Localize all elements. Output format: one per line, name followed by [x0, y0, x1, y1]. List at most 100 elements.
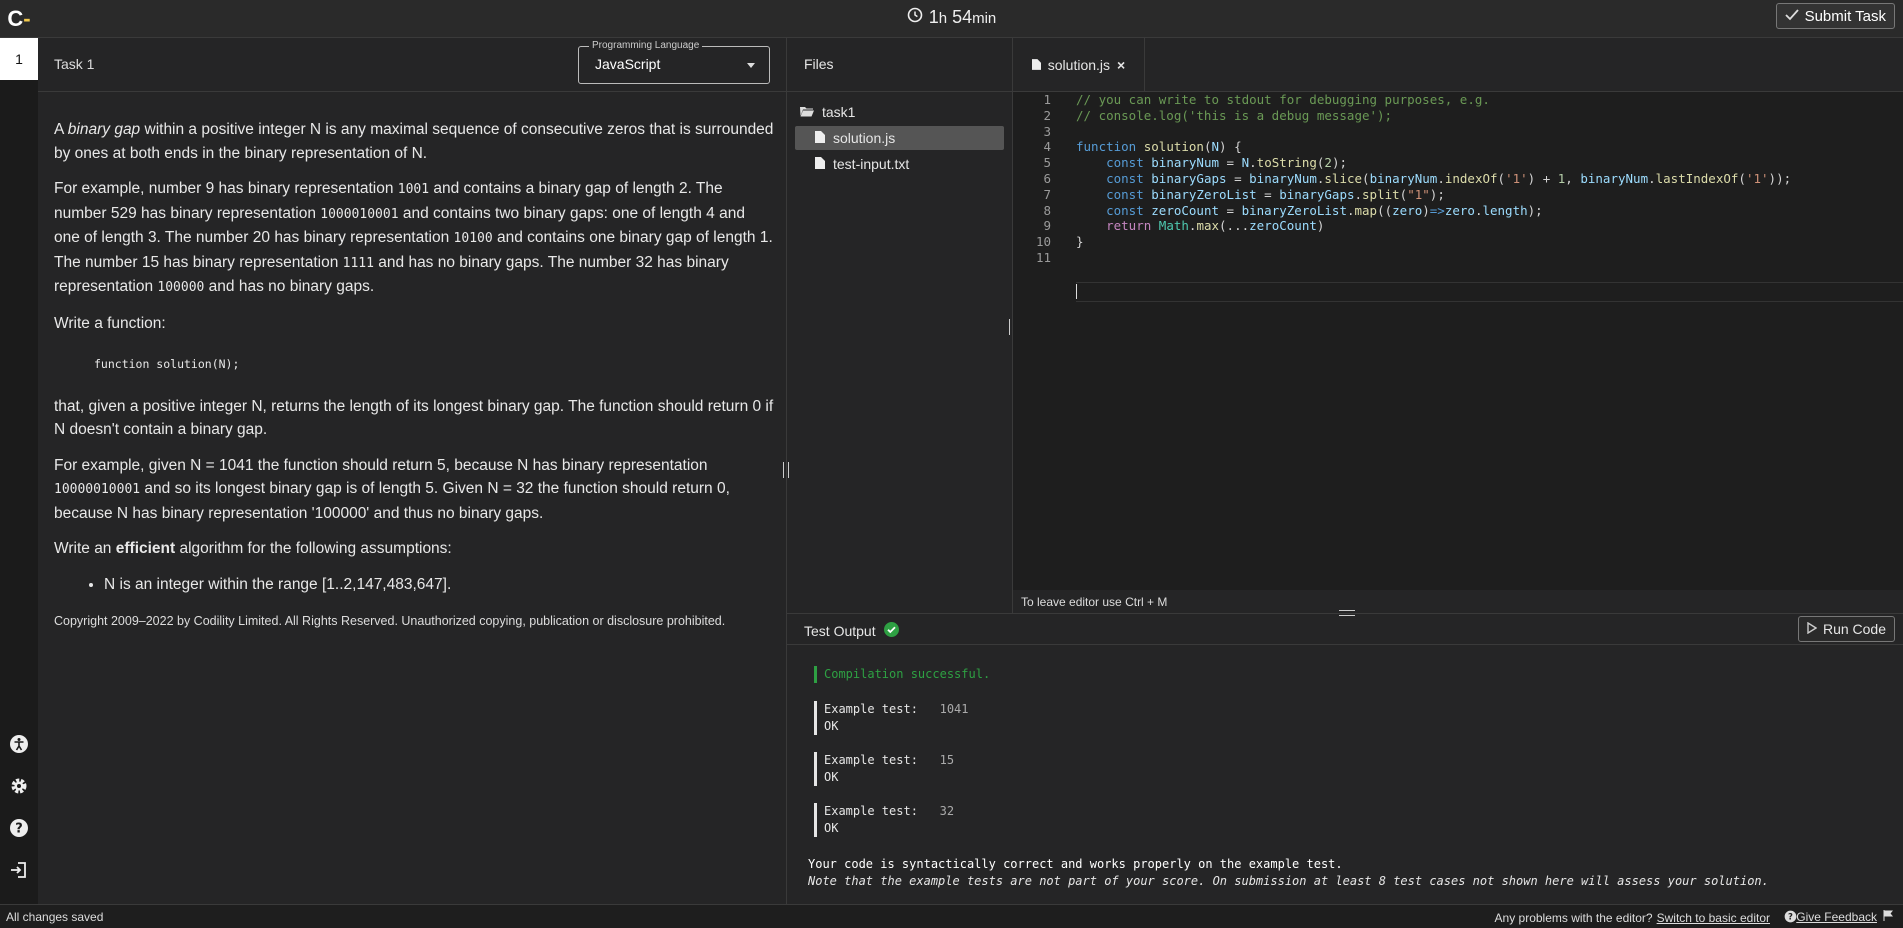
- accessibility-icon[interactable]: [5, 730, 33, 758]
- files-title: Files: [804, 56, 834, 72]
- file-item-solution-js[interactable]: solution.js: [795, 126, 1004, 150]
- timer-h-unit: h: [938, 9, 948, 27]
- task-description: A binary gap within a positive integer N…: [54, 118, 774, 634]
- task-title: Task 1: [54, 56, 95, 72]
- files-header: Files: [787, 38, 1012, 92]
- help-icon[interactable]: ?: [5, 814, 33, 842]
- output-title: Test Output: [804, 622, 899, 640]
- run-code-label: Run Code: [1822, 621, 1886, 637]
- tab-label: solution.js: [1047, 56, 1111, 73]
- test-result-3: Example test: 32 OK: [814, 803, 954, 837]
- timer-hours: 1: [928, 6, 939, 27]
- code-editor[interactable]: 1 // you can write to stdout for debuggin…: [1013, 92, 1903, 590]
- top-bar: C- 1h 54min Submit Task: [0, 0, 1903, 38]
- test-value: 32: [939, 804, 955, 818]
- splitter-grip-icon[interactable]: [783, 462, 789, 478]
- line-number: 5: [1043, 155, 1051, 171]
- flag-icon[interactable]: [1883, 910, 1894, 924]
- line-code: const zeroCount = binaryZeroList.map((ze…: [1106, 202, 1543, 218]
- check-icon: [1784, 8, 1799, 25]
- paragraph-example-1041: For example, given N = 1041 the function…: [54, 456, 730, 522]
- test-result-1: Example test: 1041 OK: [814, 701, 969, 735]
- line-number: 8: [1043, 202, 1051, 218]
- submit-task-label: Submit Task: [1804, 7, 1886, 25]
- language-value: JavaScript: [595, 56, 661, 72]
- compilation-status: Compilation successful.: [814, 666, 990, 683]
- test-output: Compilation successful. Example test: 10…: [787, 645, 1903, 903]
- language-select[interactable]: Programming Language JavaScript: [578, 40, 770, 84]
- gear-icon[interactable]: [5, 772, 33, 800]
- paragraph-definition: A binary gap within a positive integer N…: [54, 121, 774, 162]
- output-header: Test Output Run Code: [787, 614, 1903, 645]
- file-icon: [1031, 57, 1041, 73]
- current-line-highlight: [1076, 282, 1903, 302]
- clock-icon: [907, 7, 923, 28]
- folder-open-icon: [800, 104, 814, 120]
- folder-task1[interactable]: task1: [800, 100, 855, 124]
- line-code: const binaryNum = N.toString(2);: [1106, 155, 1348, 171]
- language-legend: Programming Language: [589, 40, 703, 51]
- file-label: solution.js: [833, 130, 896, 146]
- test-value: 1041: [939, 702, 969, 716]
- test-label: Example test:: [824, 804, 918, 818]
- timer-m-unit: min: [972, 9, 997, 27]
- line-code: const binaryZeroList = binaryGaps.split(…: [1106, 186, 1445, 202]
- line-code: }: [1076, 234, 1084, 250]
- close-icon[interactable]: ×: [1117, 57, 1125, 73]
- output-title-label: Test Output: [804, 623, 876, 639]
- paragraph-write-function: Write a function:: [54, 314, 166, 332]
- run-code-button[interactable]: Run Code: [1797, 616, 1895, 642]
- submit-task-button[interactable]: Submit Task: [1775, 3, 1895, 29]
- file-label: test-input.txt: [833, 156, 910, 172]
- tab-solution-js[interactable]: solution.js ×: [1013, 38, 1145, 91]
- line-code: function solution(N) {: [1076, 139, 1242, 155]
- editor-status: To leave editor use Ctrl + M: [1013, 590, 1903, 613]
- line-number: 10: [1035, 234, 1051, 250]
- svg-text:?: ?: [1788, 911, 1793, 921]
- give-feedback-link[interactable]: Give Feedback: [1796, 910, 1877, 924]
- copyright-text: Copyright 2009–2022 by Codility Limited.…: [54, 614, 726, 628]
- svg-text:?: ?: [15, 822, 23, 837]
- code-line[interactable]: 11: [1013, 250, 1903, 269]
- summary-text: Your code is syntactically correct and w…: [808, 857, 1343, 871]
- problems-text: Any problems with the editor?: [1494, 911, 1653, 925]
- file-icon: [815, 156, 825, 172]
- editor-help: Any problems with the editor? Switch to …: [1495, 910, 1797, 926]
- feedback: Give Feedback: [1796, 910, 1894, 924]
- line-code: // console.log('this is a debug message'…: [1076, 107, 1393, 123]
- line-code: // you can write to stdout for debugging…: [1076, 92, 1490, 107]
- test-result: OK: [824, 770, 839, 784]
- test-result: OK: [824, 719, 839, 733]
- assumption-list: N is an integer within the range [1..2,1…: [54, 573, 774, 597]
- help-icon[interactable]: ?: [1784, 910, 1797, 926]
- line-number: 3: [1043, 123, 1051, 139]
- paragraph-examples: For example, number 9 has binary represe…: [54, 180, 773, 295]
- exit-icon[interactable]: [5, 856, 33, 884]
- file-item-test-input[interactable]: test-input.txt: [815, 152, 909, 176]
- editor-tabs: solution.js ×: [1013, 38, 1903, 92]
- success-check-icon: [883, 622, 899, 640]
- note-text: Note that the example tests are not part…: [808, 874, 1769, 888]
- play-icon: [1807, 621, 1818, 637]
- test-label: Example test:: [824, 702, 918, 716]
- left-rail: 1 ?: [0, 38, 38, 904]
- line-number: 9: [1043, 218, 1051, 234]
- task-header: Task 1 Programming Language JavaScript: [38, 38, 786, 92]
- function-signature: function solution(N);: [94, 357, 240, 371]
- line-number: 6: [1043, 171, 1051, 186]
- status-bar: All changes saved Any problems with the …: [0, 904, 1903, 928]
- line-number: 1: [1043, 92, 1051, 107]
- test-result: OK: [824, 821, 839, 835]
- save-status: All changes saved: [6, 910, 104, 924]
- file-icon: [815, 130, 825, 146]
- line-number: 2: [1043, 107, 1051, 123]
- list-item: N is an integer within the range [1..2,1…: [104, 573, 774, 597]
- line-number: 7: [1043, 186, 1051, 202]
- switch-editor-link[interactable]: Switch to basic editor: [1657, 911, 1770, 925]
- task-tab-1[interactable]: 1: [0, 38, 38, 80]
- folder-label: task1: [822, 104, 856, 120]
- text-cursor: [1076, 284, 1077, 299]
- test-label: Example test:: [824, 753, 918, 767]
- timer: 1h 54min: [0, 0, 1903, 34]
- test-result-2: Example test: 15 OK: [814, 752, 954, 786]
